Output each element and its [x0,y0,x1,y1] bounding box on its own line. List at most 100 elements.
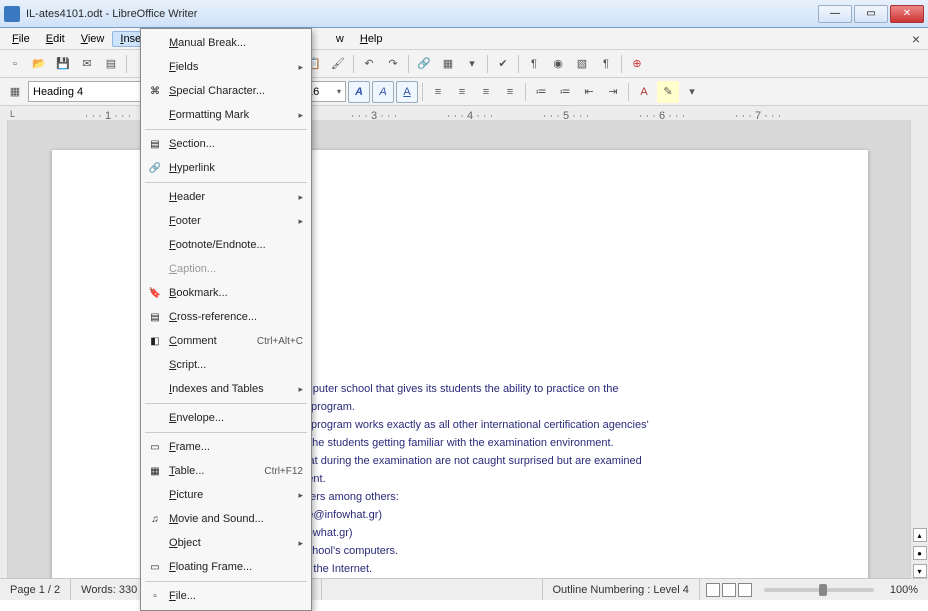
view-book-icon[interactable] [738,583,752,597]
menu-file[interactable]: File [4,31,38,47]
spellcheck-icon[interactable]: ✔ [492,53,514,75]
insert-menu-envelope-[interactable]: Envelope... [141,406,311,430]
nav-ball-button[interactable]: ● [913,546,927,560]
insert-menu-object[interactable]: Object [141,531,311,555]
gallery-icon[interactable]: ▧ [571,53,593,75]
redo-icon[interactable]: ↷ [382,53,404,75]
menu-item-label: Envelope... [169,412,224,424]
menu-edit[interactable]: Edit [38,31,73,47]
help-icon[interactable]: ⊕ [626,53,648,75]
font-color-icon[interactable]: A [633,81,655,103]
styles-icon[interactable]: ▦ [4,81,26,103]
open-icon[interactable]: 📂 [28,53,50,75]
menu-help[interactable]: Help [352,31,391,47]
insert-menu-indexes-and-tables[interactable]: Indexes and Tables [141,377,311,401]
document-line: e school's computers. [292,542,788,560]
insert-menu-section-[interactable]: ▤Section... [141,132,311,156]
bold-icon[interactable]: A [348,81,370,103]
menu-item-label: Caption... [169,263,216,275]
maximize-button[interactable]: ▭ [854,5,888,23]
insert-menu-file-[interactable]: ▫File... [141,584,311,608]
prev-page-button[interactable]: ▴ [913,528,927,542]
insert-menu-frame-[interactable]: ▭Frame... [141,435,311,459]
insert-menu-footer[interactable]: Footer [141,209,311,233]
window-title: IL-ates4101.odt - LibreOffice Writer [26,8,197,20]
undo-icon[interactable]: ↶ [358,53,380,75]
status-zoom[interactable]: 100% [880,579,928,600]
navigator-icon[interactable]: ◉ [547,53,569,75]
menu-item-label: Object [169,537,201,549]
align-right-icon[interactable]: ≡ [475,81,497,103]
underline-icon[interactable]: A [396,81,418,103]
background-icon[interactable]: ▾ [681,81,703,103]
insert-menu-manual-break-[interactable]: Manual Break... [141,31,311,55]
menu-item-accelerator: Ctrl+Alt+C [245,336,303,347]
menu-item-label: Cross-reference... [169,311,257,323]
document-line: What during the examination are not caug… [292,452,788,470]
menu-window[interactable]: w [328,31,352,47]
view-layout-icons [700,583,758,597]
next-page-button[interactable]: ▾ [913,564,927,578]
insert-menu-bookmark-[interactable]: 🔖Bookmark... [141,281,311,305]
insert-menu-header[interactable]: Header [141,185,311,209]
menu-item-label: Indexes and Tables [169,383,264,395]
bullet-list-icon[interactable]: ≔ [554,81,576,103]
align-justify-icon[interactable]: ≡ [499,81,521,103]
decrease-indent-icon[interactable]: ⇤ [578,81,600,103]
menu-item-label: Formatting Mark [169,109,249,121]
hyperlink-icon[interactable]: 🔗 [413,53,435,75]
insert-menu-fields[interactable]: Fields [141,55,311,79]
zoom-slider[interactable] [764,588,874,592]
nonprinting-icon[interactable]: ¶ [523,53,545,75]
status-page[interactable]: Page 1 / 2 [0,579,71,600]
increase-indent-icon[interactable]: ⇥ [602,81,624,103]
menu-item-icon: ♫ [147,511,163,527]
close-button[interactable]: ✕ [890,5,924,23]
menu-item-label: Header [169,191,205,203]
insert-menu-picture[interactable]: Picture [141,483,311,507]
more-icon[interactable]: ▾ [461,53,483,75]
pdf-icon[interactable]: ▤ [100,53,122,75]
insert-menu-formatting-mark[interactable]: Formatting Mark [141,103,311,127]
document-line: .infowhat.gr) [292,524,788,542]
italic-icon[interactable]: A [372,81,394,103]
minimize-button[interactable]: — [818,5,852,23]
align-center-icon[interactable]: ≡ [451,81,473,103]
menu-item-label: Script... [169,359,206,371]
menu-item-label: Manual Break... [169,37,246,49]
document-line: lps the students getting familiar with t… [292,434,788,452]
insert-menu-movie-and-sound-[interactable]: ♫ Movie and Sound... [141,507,311,531]
insert-menu-comment[interactable]: ◧CommentCtrl+Alt+C [141,329,311,353]
menu-view[interactable]: View [73,31,113,47]
status-words[interactable]: Words: 330 [71,579,148,600]
format-paintbrush-icon[interactable]: 🖌 [327,53,349,75]
view-multi-icon[interactable] [722,583,736,597]
insert-menu-floating-frame-[interactable]: ▭Floating Frame... [141,555,311,579]
table-icon[interactable]: ▦ [437,53,459,75]
scroll-nav: ▴ ● ▾ [910,120,928,578]
document-close-button[interactable]: × [912,31,920,47]
highlight-icon[interactable]: ✎ [657,81,679,103]
menu-item-label: File... [169,590,196,602]
insert-menu-hyperlink[interactable]: 🔗Hyperlink [141,156,311,180]
new-doc-icon[interactable]: ▫ [4,53,26,75]
insert-menu-footnote-endnote-[interactable]: Footnote/Endnote... [141,233,311,257]
status-insert-mode[interactable] [322,579,543,600]
align-left-icon[interactable]: ≡ [427,81,449,103]
view-single-icon[interactable] [706,583,720,597]
insert-menu-script-[interactable]: Script... [141,353,311,377]
paragraph-style-dropdown[interactable]: Heading 4 [28,81,158,102]
nonprinting2-icon[interactable]: ¶ [595,53,617,75]
numbered-list-icon[interactable]: ≔ [530,81,552,103]
menu-item-icon: ◧ [147,333,163,349]
insert-menu-special-character-[interactable]: ⌘Special Character... [141,79,311,103]
save-icon[interactable]: 💾 [52,53,74,75]
menu-item-icon: ▦ [147,463,163,479]
email-icon[interactable]: ✉ [76,53,98,75]
status-outline[interactable]: Outline Numbering : Level 4 [543,579,700,600]
insert-menu-cross-reference-[interactable]: ▤Cross-reference... [141,305,311,329]
vertical-ruler[interactable] [0,120,8,578]
menu-item-label: Hyperlink [169,162,215,174]
insert-menu-table-[interactable]: ▦Table...Ctrl+F12 [141,459,311,483]
menu-item-label: Movie and Sound... [169,513,264,525]
